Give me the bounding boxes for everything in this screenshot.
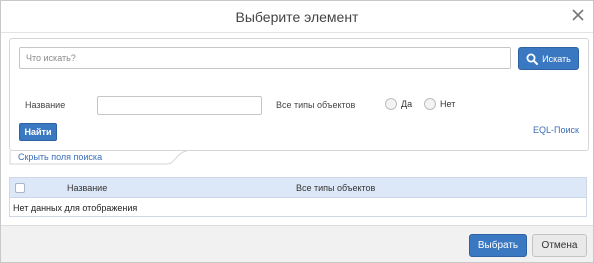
search-panel: Искать Название Все типы объектов Да Нет… [9, 38, 589, 151]
search-button-label: Искать [542, 53, 571, 64]
empty-grid-message: Нет данных для отображения [13, 203, 138, 213]
column-header-object-types[interactable]: Все типы объектов [296, 183, 375, 193]
radio-yes[interactable]: Да [385, 98, 412, 110]
cancel-button[interactable]: Отмена [532, 234, 587, 257]
search-input[interactable] [19, 47, 511, 69]
radio-yes-label: Да [401, 99, 413, 109]
select-all-checkbox[interactable] [15, 183, 25, 193]
name-label: Название [25, 100, 66, 110]
hide-search-fields-link[interactable]: Скрыть поля поиска [18, 152, 102, 162]
grid-header: Название Все типы объектов [10, 178, 586, 198]
dialog-title: Выберите элемент [235, 9, 359, 25]
select-element-dialog: Выберите элемент Искать Название Все тип… [0, 0, 594, 263]
radio-no-circle[interactable] [424, 98, 436, 110]
object-types-label: Все типы объектов [276, 100, 356, 110]
results-grid: Название Все типы объектов Нет данных дл… [9, 177, 587, 217]
search-icon [526, 53, 539, 65]
search-button[interactable]: Искать [518, 47, 579, 70]
find-button[interactable]: Найти [19, 123, 57, 141]
dialog-header: Выберите элемент [1, 1, 593, 33]
select-button[interactable]: Выбрать [469, 234, 527, 257]
name-field[interactable] [97, 96, 262, 115]
eql-search-link[interactable]: EQL-Поиск [533, 125, 579, 135]
radio-no[interactable]: Нет [424, 98, 455, 110]
radio-yes-circle[interactable] [385, 98, 397, 110]
dialog-footer: Выбрать Отмена [1, 225, 593, 262]
close-icon[interactable] [570, 7, 586, 23]
column-header-name[interactable]: Название [67, 183, 107, 193]
radio-no-label: Нет [440, 99, 456, 109]
